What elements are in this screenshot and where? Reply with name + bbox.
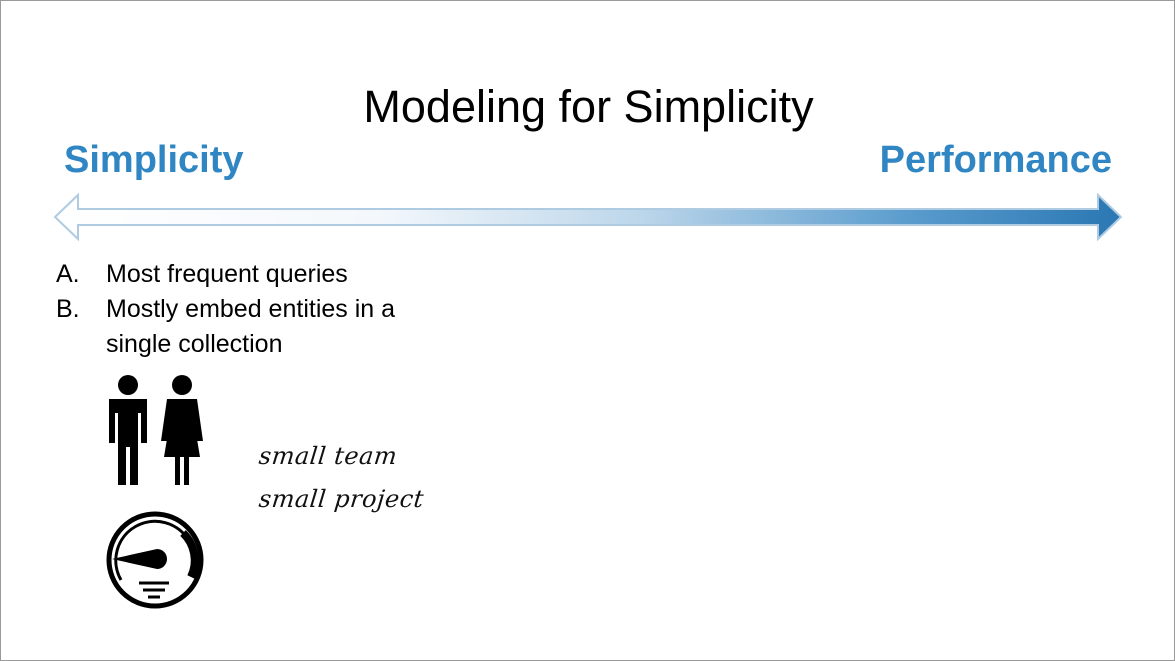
slide: Modeling for Simplicity Simplicity Perfo… bbox=[0, 0, 1175, 661]
list-item: B. Mostly embed entities in a single col… bbox=[56, 292, 406, 362]
list-item: A. Most frequent queries bbox=[56, 257, 406, 292]
list-item-text: Mostly embed entities in a single collec… bbox=[106, 295, 396, 358]
key-points-list: A. Most frequent queries B. Mostly embed… bbox=[56, 257, 406, 362]
people-icon bbox=[109, 375, 203, 485]
gauge-icon bbox=[106, 511, 204, 609]
list-marker: B. bbox=[56, 295, 80, 323]
list-marker: A. bbox=[56, 260, 80, 288]
list-item-text: Most frequent queries bbox=[106, 260, 348, 288]
spectrum-double-arrow bbox=[53, 193, 1123, 241]
spectrum-left-label: Simplicity bbox=[64, 139, 244, 181]
note-small-project: small project bbox=[257, 485, 426, 513]
slide-title: Modeling for Simplicity bbox=[363, 81, 814, 132]
spectrum-right-label: Performance bbox=[879, 139, 1112, 181]
note-small-team: small team bbox=[257, 442, 399, 470]
